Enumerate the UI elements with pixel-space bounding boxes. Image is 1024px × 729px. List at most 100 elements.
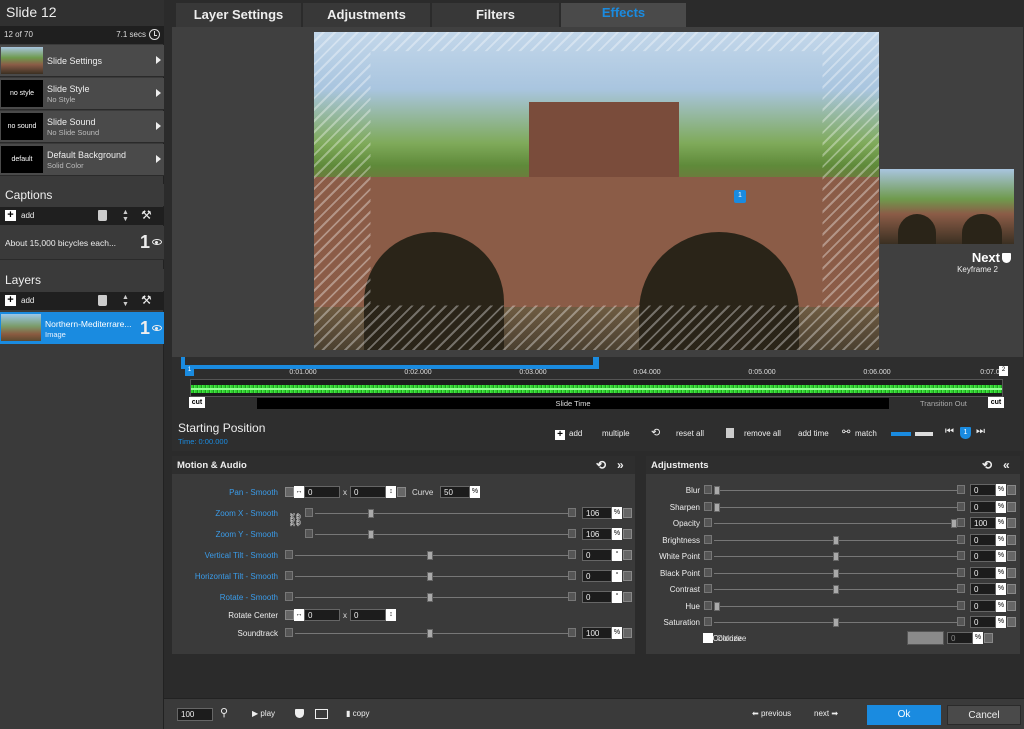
zoom-x-input[interactable]: 106 bbox=[582, 507, 612, 519]
saturation-input[interactable]: 0 bbox=[970, 616, 996, 628]
slider-min[interactable] bbox=[704, 600, 712, 610]
hue-input[interactable]: 0 bbox=[970, 599, 996, 612]
rotate-input[interactable]: 0 bbox=[582, 591, 612, 603]
zoom-x-checkbox[interactable] bbox=[623, 508, 632, 518]
reset-icon[interactable]: ⟲ bbox=[596, 458, 606, 472]
slider-max[interactable] bbox=[957, 567, 965, 577]
collapse-icon[interactable]: » bbox=[617, 458, 624, 472]
opacity-input[interactable]: 100 bbox=[970, 517, 996, 529]
sharpen-input[interactable]: 0 bbox=[970, 500, 996, 513]
preview-window-icon[interactable] bbox=[315, 709, 328, 719]
add-layer-icon[interactable]: + bbox=[5, 295, 16, 306]
reorder-icon[interactable]: ▲ ▼ bbox=[122, 209, 129, 223]
reset-icon[interactable]: ⟲ bbox=[982, 458, 992, 472]
slider-max[interactable] bbox=[568, 592, 576, 601]
slider-min[interactable] bbox=[704, 518, 712, 527]
default-background-row[interactable]: default Default Background Solid Color bbox=[0, 144, 164, 176]
colorize-input[interactable]: 0 bbox=[947, 632, 973, 644]
pan-checkbox[interactable] bbox=[285, 487, 294, 497]
ok-button[interactable]: Ok bbox=[867, 705, 941, 725]
slider-thumb[interactable] bbox=[833, 535, 839, 545]
play-button[interactable]: ▶ play bbox=[252, 709, 275, 718]
slider-max[interactable] bbox=[957, 551, 965, 560]
slider-thumb[interactable] bbox=[427, 629, 433, 638]
slider-max[interactable] bbox=[957, 534, 965, 544]
add-time-button[interactable]: add time bbox=[798, 429, 829, 438]
clock-icon[interactable] bbox=[149, 29, 160, 40]
tab-filters[interactable]: Filters bbox=[432, 3, 559, 27]
caption-row[interactable]: About 15,000 bicycles each... 1 bbox=[0, 226, 164, 260]
audio-waveform[interactable] bbox=[190, 379, 1003, 397]
slider-max[interactable] bbox=[957, 617, 965, 626]
next-keyframe-label[interactable]: Next bbox=[972, 250, 1011, 265]
previous-keyframe-icon[interactable]: ⏮ bbox=[945, 426, 954, 437]
slider-min[interactable] bbox=[704, 584, 712, 593]
slider-min[interactable] bbox=[305, 508, 313, 517]
horizontal-tilt-slider[interactable] bbox=[295, 572, 568, 581]
blur-slider[interactable] bbox=[714, 486, 957, 495]
trash-icon[interactable] bbox=[726, 428, 734, 438]
black-point-input[interactable]: 0 bbox=[970, 566, 996, 579]
slider-thumb[interactable] bbox=[833, 618, 839, 627]
slider-max[interactable] bbox=[957, 584, 965, 593]
tab-adjustments[interactable]: Adjustments bbox=[303, 3, 430, 27]
slider-max[interactable] bbox=[568, 508, 576, 517]
black-point-slider[interactable] bbox=[714, 568, 957, 578]
opacity-checkbox[interactable] bbox=[1007, 518, 1016, 528]
slide-style-row[interactable]: no style Slide Style No Style bbox=[0, 78, 164, 110]
link-icon[interactable]: ⚯ bbox=[842, 427, 850, 438]
keyframe-pin-start[interactable]: 1 bbox=[185, 366, 194, 376]
reset-all-button[interactable]: reset all bbox=[676, 429, 704, 438]
black-point-checkbox[interactable] bbox=[1007, 567, 1016, 578]
tab-layer-settings[interactable]: Layer Settings bbox=[176, 3, 301, 27]
collapse-icon[interactable]: « bbox=[1003, 458, 1010, 472]
zoom-y-input[interactable]: 106 bbox=[582, 528, 612, 540]
eye-icon[interactable] bbox=[152, 325, 162, 331]
white-point-checkbox[interactable] bbox=[1007, 551, 1016, 561]
zoom-y-checkbox[interactable] bbox=[623, 529, 632, 539]
cut-start-button[interactable]: cut bbox=[189, 397, 205, 408]
brightness-slider[interactable] bbox=[714, 535, 957, 545]
current-keyframe-icon[interactable]: 1 bbox=[960, 427, 971, 439]
view-toggle-blue[interactable] bbox=[891, 432, 911, 436]
pan-x-input[interactable]: 0 bbox=[304, 486, 340, 498]
vertical-tilt-slider[interactable] bbox=[295, 551, 568, 560]
previous-button[interactable]: ⬅ previous bbox=[752, 709, 791, 718]
slider-thumb[interactable] bbox=[833, 568, 839, 578]
link-zoom-icon[interactable]: ⛓ bbox=[287, 512, 304, 528]
zoom-y-slider[interactable] bbox=[315, 530, 568, 539]
slider-thumb[interactable] bbox=[368, 509, 374, 518]
pan-lock-checkbox[interactable] bbox=[397, 487, 406, 497]
white-point-slider[interactable] bbox=[714, 552, 957, 561]
hue-checkbox[interactable] bbox=[1007, 600, 1016, 611]
soundtrack-slider[interactable] bbox=[295, 629, 568, 638]
pan-label[interactable]: Pan - Smooth bbox=[229, 488, 278, 497]
slider-max[interactable] bbox=[568, 628, 576, 637]
horizontal-tilt-label[interactable]: Horizontal Tilt - Smooth bbox=[195, 572, 278, 581]
slider-min[interactable] bbox=[704, 501, 712, 511]
timeline[interactable]: 0:01.000 0:02.000 0:03.000 0:04.000 0:05… bbox=[172, 357, 1023, 417]
multiple-button[interactable]: multiple bbox=[602, 429, 630, 438]
add-layer-button[interactable]: add bbox=[21, 296, 34, 305]
slider-min[interactable] bbox=[285, 571, 293, 580]
rotate-center-x-input[interactable]: 0 bbox=[304, 609, 340, 621]
trash-icon[interactable] bbox=[98, 210, 107, 221]
soundtrack-input[interactable]: 100 bbox=[582, 627, 612, 639]
slider-thumb[interactable] bbox=[833, 552, 839, 561]
saturation-slider[interactable] bbox=[714, 618, 957, 627]
keyframe-icon[interactable] bbox=[295, 709, 304, 718]
blur-checkbox[interactable] bbox=[1007, 485, 1016, 495]
slider-thumb[interactable] bbox=[714, 601, 720, 611]
slide-sound-row[interactable]: no sound Slide Sound No Slide Sound bbox=[0, 111, 164, 143]
reorder-icon[interactable]: ▲ ▼ bbox=[122, 294, 129, 308]
opacity-slider[interactable] bbox=[714, 519, 957, 528]
slide-time-bar[interactable]: Slide Time bbox=[257, 398, 889, 409]
slider-min[interactable] bbox=[285, 628, 293, 637]
blur-input[interactable]: 0 bbox=[970, 484, 996, 496]
slider-min[interactable] bbox=[704, 485, 712, 494]
white-point-input[interactable]: 0 bbox=[970, 550, 996, 562]
slider-min[interactable] bbox=[704, 567, 712, 577]
slider-min[interactable] bbox=[285, 592, 293, 601]
zoom-x-label[interactable]: Zoom X - Smooth bbox=[215, 509, 278, 518]
trash-icon[interactable] bbox=[98, 295, 107, 306]
